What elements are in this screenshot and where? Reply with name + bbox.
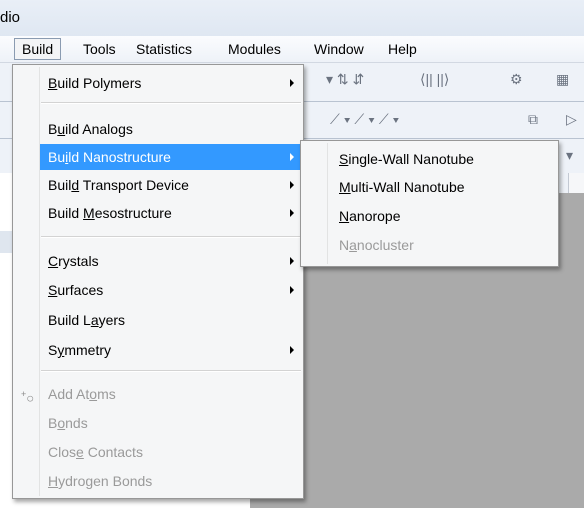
add-atoms-icon: +○ bbox=[21, 389, 35, 406]
menu-window[interactable]: Window bbox=[307, 39, 371, 59]
menu-item-add-atoms: +○ Add Atoms bbox=[15, 381, 301, 407]
submenu-arrow-icon bbox=[290, 286, 294, 294]
play-icon[interactable]: ▷ bbox=[566, 111, 577, 128]
menu-item-build-mesostructure[interactable]: Build Mesostructure bbox=[15, 200, 301, 226]
menu-modules[interactable]: Modules bbox=[221, 39, 288, 59]
panel-icon[interactable]: ⧉ bbox=[528, 111, 538, 128]
menu-item-nanocluster: Nanocluster bbox=[339, 237, 414, 253]
window-title: dio bbox=[0, 9, 21, 26]
menu-statistics[interactable]: Statistics bbox=[129, 39, 199, 59]
menu-item-symmetry[interactable]: Symmetry bbox=[15, 337, 301, 363]
menu-item-build-transport-device[interactable]: Build Transport Device bbox=[15, 172, 301, 198]
menu-item-build-polymers[interactable]: Build Polymers bbox=[15, 70, 301, 96]
menu-item-close-contacts: Close Contacts bbox=[48, 444, 143, 460]
submenu-arrow-icon bbox=[290, 153, 294, 161]
menu-item-crystals[interactable]: Crystals bbox=[15, 248, 301, 274]
submenu-arrow-icon bbox=[290, 257, 294, 265]
scroll-button[interactable] bbox=[568, 173, 584, 193]
menu-bar: Build Tools Statistics Modules Window He… bbox=[0, 36, 584, 63]
title-bar: dio bbox=[0, 0, 584, 36]
sort-ascending-icon[interactable]: ▾ ⇅ ⇵ bbox=[326, 71, 364, 88]
menu-item-nanorope[interactable]: Nanorope bbox=[303, 203, 556, 229]
menu-item-build-nanostructure[interactable]: Build Nanostructure bbox=[40, 144, 301, 170]
nanostructure-submenu: Single-Wall Nanotube Multi-Wall Nanotube… bbox=[300, 140, 559, 267]
grid-icon[interactable]: ▦ bbox=[556, 71, 569, 88]
menu-item-build-analogs[interactable]: Build Analogs bbox=[15, 116, 301, 142]
step-back-icon[interactable]: ⟨|| ||⟩ bbox=[420, 71, 449, 88]
submenu-arrow-icon bbox=[290, 346, 294, 354]
menu-separator-shadow bbox=[41, 371, 301, 372]
menu-item-surfaces[interactable]: Surfaces bbox=[15, 277, 301, 303]
menu-item-bonds: Bonds bbox=[48, 415, 88, 431]
submenu-arrow-icon bbox=[290, 79, 294, 87]
tool-icon[interactable]: ⚙ bbox=[510, 71, 523, 88]
menu-item-build-layers[interactable]: Build Layers bbox=[15, 307, 301, 333]
menu-build[interactable]: Build bbox=[14, 38, 62, 60]
menu-separator-shadow bbox=[41, 103, 301, 104]
menu-item-hydrogen-bonds: Hydrogen Bonds bbox=[48, 473, 153, 489]
submenu-arrow-icon bbox=[290, 181, 294, 189]
bond-tool-icon[interactable]: ⟋ ▾ ⟋ ▾ ⟋ ▾ bbox=[330, 111, 399, 128]
toolbar-dropdown-icon[interactable]: ▾ bbox=[566, 147, 573, 164]
build-menu: Build Polymers Build Analogs Build Nanos… bbox=[12, 64, 304, 499]
menu-item-single-wall-nanotube[interactable]: Single-Wall Nanotube bbox=[303, 146, 556, 172]
submenu-arrow-icon bbox=[290, 209, 294, 217]
menu-separator-shadow bbox=[41, 237, 301, 238]
menu-help[interactable]: Help bbox=[381, 39, 424, 59]
menu-item-multi-wall-nanotube[interactable]: Multi-Wall Nanotube bbox=[303, 174, 556, 200]
menu-tools[interactable]: Tools bbox=[76, 39, 123, 59]
